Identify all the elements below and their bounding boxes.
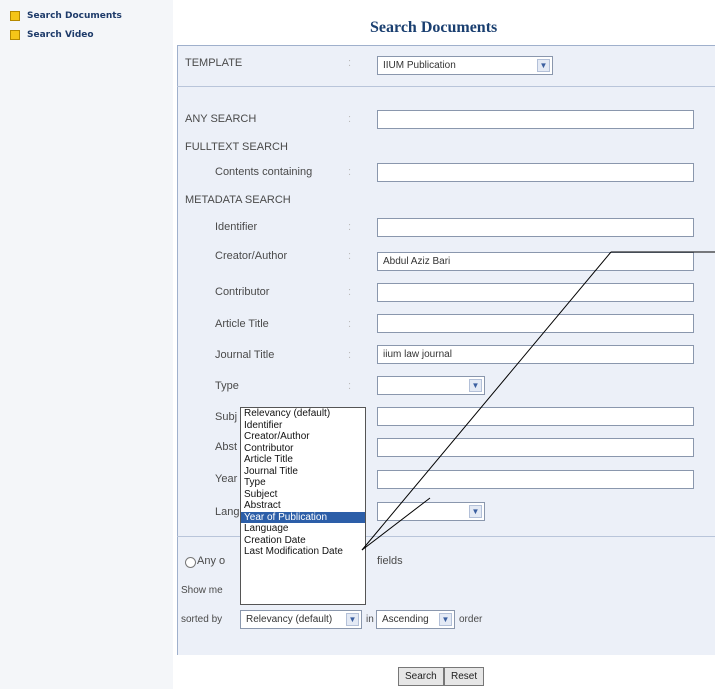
search-button[interactable]: Search [398,667,444,686]
callout-lines [361,251,715,551]
callout-line [361,497,431,551]
callout-line [361,251,612,551]
reset-button[interactable]: Reset [444,667,485,686]
